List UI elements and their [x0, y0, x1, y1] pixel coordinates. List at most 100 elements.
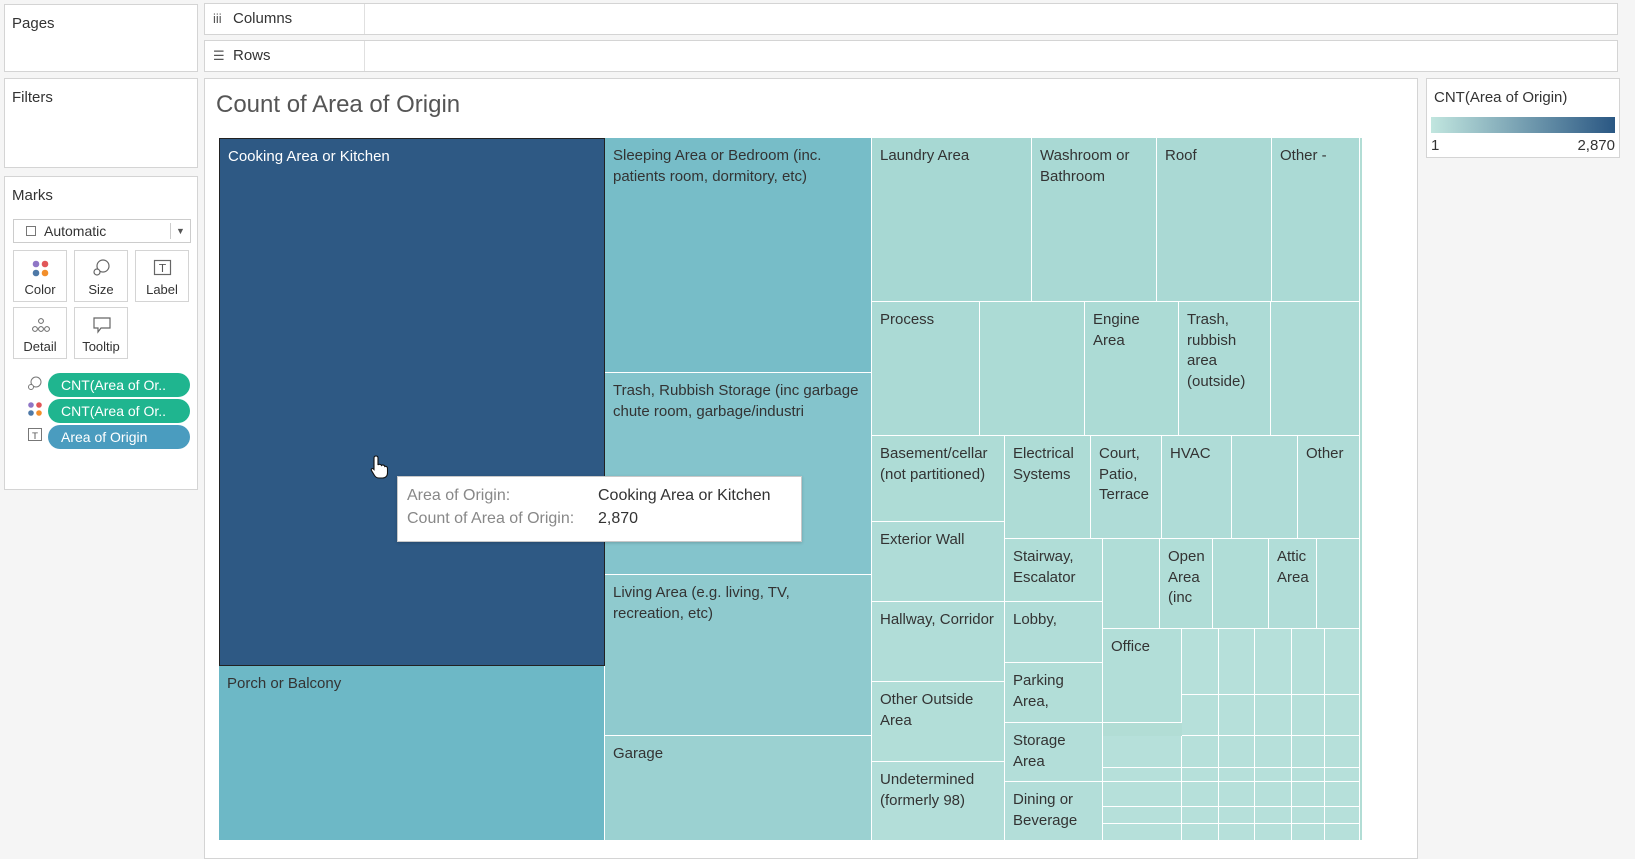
detail-button[interactable]: Detail — [13, 307, 67, 359]
treemap-cell[interactable]: Basement/cellar (not partitioned) — [872, 436, 1005, 522]
treemap-cell[interactable] — [1103, 782, 1182, 807]
treemap-cell[interactable] — [1219, 629, 1255, 695]
color-label: Color — [24, 282, 56, 297]
treemap-cell[interactable] — [1219, 782, 1255, 807]
treemap-cell[interactable] — [1232, 436, 1298, 539]
treemap-cell[interactable] — [1182, 768, 1219, 782]
treemap-cell[interactable] — [1325, 807, 1360, 824]
rows-shelf[interactable]: ☰ Rows — [204, 40, 1618, 72]
treemap-cell[interactable] — [1325, 824, 1360, 841]
treemap-cell[interactable] — [1325, 695, 1360, 736]
size-pill[interactable]: CNT(Area of Or.. — [48, 373, 190, 397]
treemap-cell[interactable] — [1103, 807, 1182, 824]
treemap-cell[interactable]: Sleeping Area or Bedroom (inc. patients … — [605, 138, 872, 373]
treemap-cell[interactable] — [1182, 629, 1219, 695]
treemap-cell-label: Garage — [613, 745, 664, 762]
treemap-cell[interactable] — [1325, 768, 1360, 782]
treemap-cell[interactable]: Garage — [605, 736, 872, 841]
treemap-cell[interactable] — [1219, 695, 1255, 736]
treemap-cell[interactable] — [1182, 807, 1219, 824]
label-label: Label — [146, 282, 178, 297]
mark-type-dropdown[interactable]: Automatic ▼ — [13, 219, 191, 243]
treemap-cell[interactable]: Washroom or Bathroom — [1032, 138, 1157, 302]
treemap-cell[interactable] — [1255, 824, 1292, 841]
treemap-cell[interactable]: Trash, rubbish area (outside) — [1179, 302, 1271, 436]
treemap-cell[interactable]: Other Outside Area — [872, 682, 1005, 762]
treemap-cell[interactable] — [1255, 695, 1292, 736]
label-pill[interactable]: Area of Origin — [48, 425, 190, 449]
treemap-cell[interactable]: Office — [1103, 629, 1182, 723]
treemap-cell[interactable] — [1182, 824, 1219, 841]
treemap-cell[interactable] — [1325, 736, 1360, 768]
treemap-cell-label: Process — [880, 311, 935, 328]
treemap-cell[interactable]: Laundry Area — [872, 138, 1032, 302]
treemap-cell[interactable]: Trash, Rubbish Storage (inc garbage chut… — [605, 373, 872, 575]
treemap-cell[interactable]: Roof — [1157, 138, 1272, 302]
color-legend[interactable]: CNT(Area of Origin) 1 2,870 — [1426, 78, 1620, 158]
treemap-cell[interactable] — [1182, 695, 1219, 736]
color-button[interactable]: Color — [13, 250, 67, 302]
pages-shelf[interactable]: Pages — [4, 4, 198, 72]
size-label: Size — [88, 282, 114, 297]
treemap-cell[interactable] — [1103, 768, 1182, 782]
treemap-cell[interactable] — [1292, 807, 1325, 824]
treemap-cell[interactable] — [1219, 824, 1255, 841]
treemap-cell[interactable] — [1103, 736, 1182, 768]
treemap-cell[interactable] — [1219, 807, 1255, 824]
treemap-cell[interactable]: Open Area (inc — [1160, 539, 1213, 629]
treemap-cell[interactable] — [980, 302, 1085, 436]
dropdown-divider — [170, 223, 171, 239]
treemap-cell[interactable] — [1255, 736, 1292, 768]
treemap-cell[interactable]: Stairway, Escalator — [1005, 539, 1103, 602]
treemap-cell[interactable]: Other — [1298, 436, 1360, 539]
treemap-cell[interactable] — [1292, 782, 1325, 807]
treemap-cell[interactable] — [1317, 539, 1360, 629]
treemap-cell[interactable]: Undetermined (formerly 98) — [872, 762, 1005, 841]
treemap-cell[interactable] — [1213, 539, 1269, 629]
treemap-cell-label: Parking Area, — [1013, 672, 1064, 710]
color-pill-icon — [28, 402, 42, 416]
treemap-cell[interactable]: Dining or Beverage — [1005, 782, 1103, 841]
tooltip-button[interactable]: Tooltip — [74, 307, 128, 359]
treemap-cell[interactable]: Exterior Wall — [872, 522, 1005, 602]
treemap-cell[interactable] — [1103, 539, 1160, 629]
treemap-cell[interactable]: Living Area (e.g. living, TV, recreation… — [605, 575, 872, 736]
treemap-cell[interactable]: HVAC — [1162, 436, 1232, 539]
treemap-cell[interactable]: Porch or Balcony — [219, 666, 605, 841]
treemap-cell[interactable]: Engine Area — [1085, 302, 1179, 436]
treemap-cell[interactable] — [1255, 629, 1292, 695]
treemap-cell[interactable] — [1292, 736, 1325, 768]
treemap-cell[interactable] — [1271, 302, 1360, 436]
treemap-cell[interactable]: Process — [872, 302, 980, 436]
treemap-cell[interactable] — [1255, 807, 1292, 824]
treemap-cell[interactable]: Lobby, — [1005, 602, 1103, 663]
size-button[interactable]: Size — [74, 250, 128, 302]
columns-shelf[interactable]: iii Columns — [204, 3, 1618, 35]
treemap-cell[interactable]: Parking Area, — [1005, 663, 1103, 723]
treemap-cell[interactable] — [1182, 736, 1219, 768]
treemap-cell[interactable] — [1292, 629, 1325, 695]
mark-type-value: Automatic — [44, 223, 107, 239]
treemap-cell[interactable] — [1255, 782, 1292, 807]
treemap-cell[interactable]: Cooking Area or Kitchen — [219, 138, 605, 666]
treemap-cell[interactable]: Storage Area — [1005, 723, 1103, 782]
treemap-cell[interactable] — [1325, 782, 1360, 807]
color-pill[interactable]: CNT(Area of Or.. — [48, 399, 190, 423]
treemap-cell[interactable] — [1292, 824, 1325, 841]
filters-shelf[interactable]: Filters — [4, 78, 198, 168]
treemap-cell[interactable]: Other - — [1272, 138, 1360, 302]
treemap-cell[interactable] — [1292, 695, 1325, 736]
treemap-cell[interactable] — [1255, 768, 1292, 782]
treemap-cell[interactable]: Hallway, Corridor — [872, 602, 1005, 682]
treemap-cell[interactable] — [1292, 768, 1325, 782]
label-button[interactable]: T Label — [135, 250, 189, 302]
treemap-cell[interactable] — [1219, 736, 1255, 768]
treemap-cell[interactable]: Electrical Systems — [1005, 436, 1091, 539]
treemap-cell[interactable] — [1182, 782, 1219, 807]
treemap-cell-label: Cooking Area or Kitchen — [228, 148, 390, 165]
treemap-cell[interactable]: Attic Area — [1269, 539, 1317, 629]
treemap-cell[interactable] — [1103, 824, 1182, 841]
treemap-cell[interactable] — [1325, 629, 1360, 695]
treemap-cell[interactable]: Court, Patio, Terrace — [1091, 436, 1162, 539]
treemap-cell[interactable] — [1219, 768, 1255, 782]
